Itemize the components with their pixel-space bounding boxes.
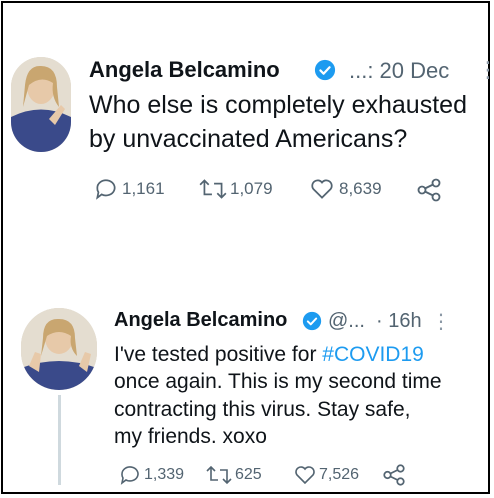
avatar-photo <box>21 308 97 390</box>
author-handle[interactable]: @... <box>328 310 365 333</box>
author-name[interactable]: Angela Belcamino <box>89 57 280 83</box>
like-count: 8,639 <box>339 179 382 198</box>
reply-count: 1,339 <box>144 466 185 483</box>
like-count: 7,526 <box>319 466 360 483</box>
share-icon <box>383 464 405 486</box>
reply-icon <box>120 466 139 485</box>
tweet-text-line: I've tested positive for #COVID19 <box>114 341 474 368</box>
retweet-count: 1,079 <box>230 179 273 198</box>
retweet-icon <box>206 465 232 485</box>
share-button[interactable] <box>380 462 408 488</box>
avatar[interactable] <box>21 308 97 390</box>
verified-badge-icon <box>302 311 322 331</box>
avatar-photo <box>11 57 71 152</box>
reply-icon <box>96 179 116 200</box>
tweet-text-line: my friends. xoxo <box>114 424 267 448</box>
retweet-icon <box>199 179 227 199</box>
share-button[interactable] <box>414 176 444 204</box>
screenshot-frame: Angela Belcamino ...: 20 Dec ⋮ Who else … <box>1 1 494 494</box>
tweet-text-line: contracting this virus. Stay safe, <box>114 397 411 421</box>
like-icon <box>311 179 333 199</box>
retweet-button[interactable]: 1,079 <box>198 176 273 202</box>
tweet-text-line: by unvaccinated Americans? <box>89 125 408 154</box>
tweet-text-prefix: I've tested positive for <box>114 343 323 366</box>
more-icon[interactable]: ⋮ <box>431 309 451 334</box>
reply-button[interactable]: 1,161 <box>93 176 165 202</box>
reply-button[interactable]: 1,339 <box>118 463 184 487</box>
share-icon <box>417 178 441 202</box>
verified-badge-icon <box>314 59 336 81</box>
hashtag-link[interactable]: #COVID19 <box>322 343 424 366</box>
more-icon[interactable]: ⋮ <box>477 57 494 83</box>
tweet-text-line: Who else is completely exhausted <box>89 91 467 119</box>
avatar[interactable] <box>11 57 71 152</box>
author-name[interactable]: Angela Belcamino <box>114 309 287 332</box>
like-icon <box>295 466 315 485</box>
tweet-text-line: once again. This is my second time <box>114 370 442 394</box>
like-button[interactable]: 8,639 <box>309 176 382 202</box>
tweet-text: I've tested positive for #COVID19 once a… <box>114 341 474 450</box>
reply-count: 1,161 <box>122 179 165 198</box>
tweet-time[interactable]: · 16h <box>376 310 422 333</box>
retweet-count: 625 <box>235 466 262 483</box>
tweet-text: Who else is completely exhausted by unva… <box>89 90 489 156</box>
thread-line <box>58 395 61 485</box>
like-button[interactable]: 7,526 <box>293 463 359 487</box>
retweet-button[interactable]: 625 <box>205 463 262 487</box>
author-handle-date[interactable]: ...: 20 Dec <box>349 58 449 84</box>
